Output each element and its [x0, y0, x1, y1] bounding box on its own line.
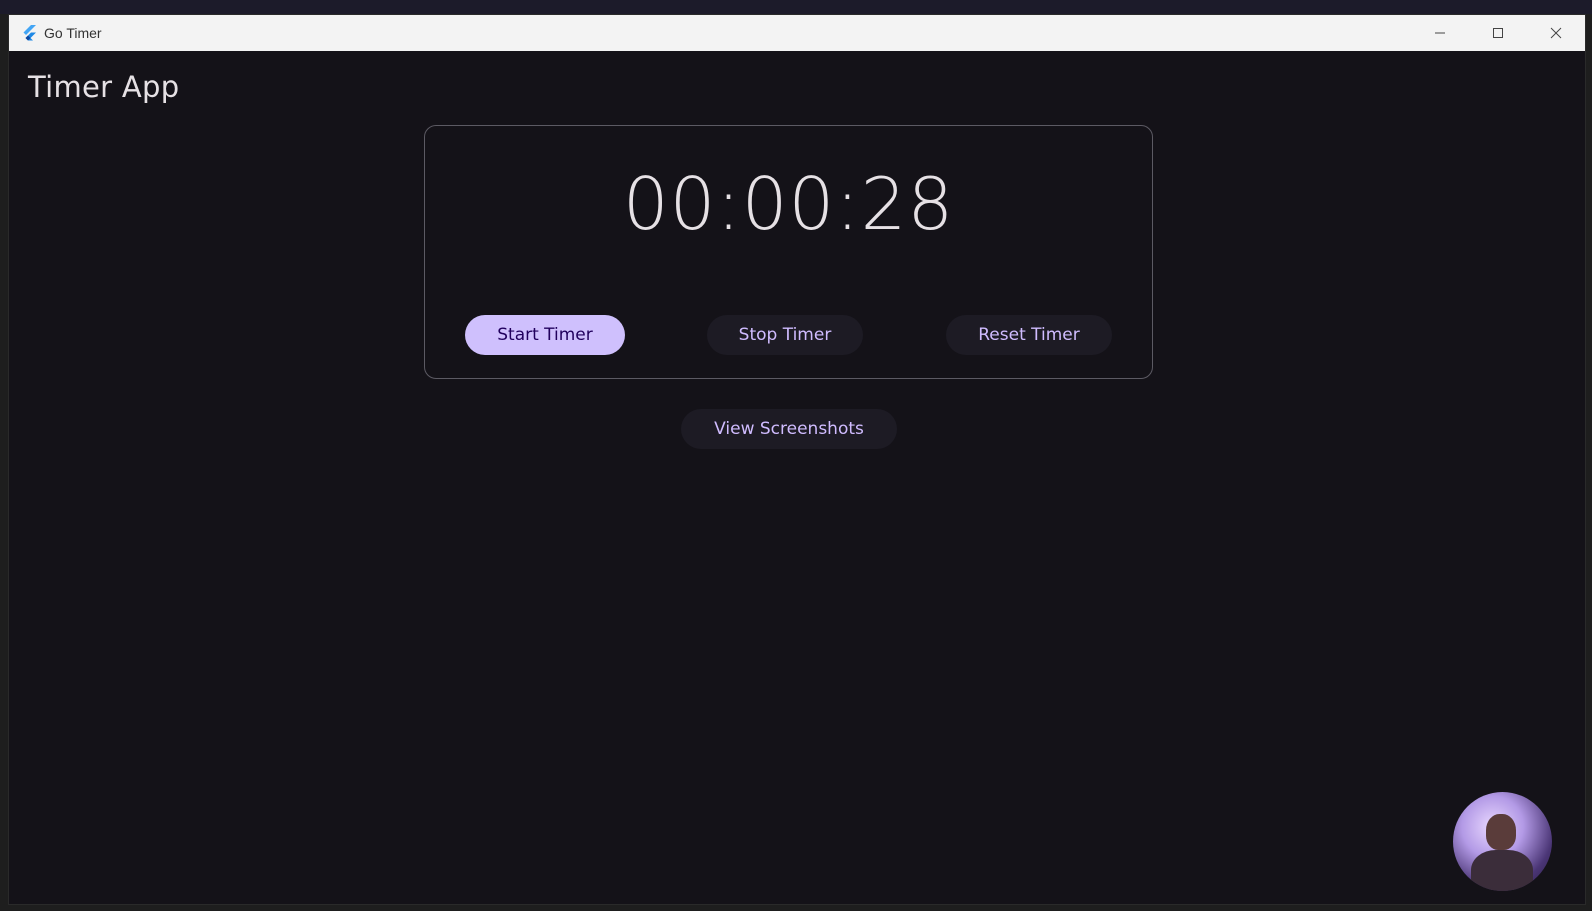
minimize-icon — [1435, 32, 1445, 34]
window-title: Go Timer — [44, 25, 102, 41]
webcam-person-head — [1486, 814, 1516, 850]
desktop-background-left — [0, 14, 8, 911]
webcam-person-body — [1471, 850, 1533, 891]
minimize-button[interactable] — [1411, 15, 1469, 51]
view-screenshots-button[interactable]: View Screenshots — [681, 409, 897, 449]
close-button[interactable] — [1527, 15, 1585, 51]
window-titlebar[interactable]: Go Timer — [9, 15, 1585, 51]
window-controls — [1411, 15, 1585, 51]
desktop-background-top — [0, 0, 1592, 14]
stop-timer-button[interactable]: Stop Timer — [707, 315, 863, 355]
maximize-icon — [1493, 28, 1503, 38]
app-window: Go Timer Timer App 00:00:28 Start Timer … — [8, 14, 1586, 905]
start-timer-button[interactable]: Start Timer — [465, 315, 625, 355]
maximize-button[interactable] — [1469, 15, 1527, 51]
close-icon — [1550, 27, 1562, 39]
flutter-logo-icon — [23, 25, 36, 41]
reset-timer-button[interactable]: Reset Timer — [946, 315, 1112, 355]
app-title: Timer App — [28, 70, 180, 104]
desktop-background-right — [1586, 14, 1592, 911]
timer-display: 00:00:28 — [622, 162, 955, 246]
timer-card: 00:00:28 Start Timer Stop Timer Reset Ti… — [424, 125, 1153, 379]
webcam-overlay — [1453, 792, 1552, 891]
